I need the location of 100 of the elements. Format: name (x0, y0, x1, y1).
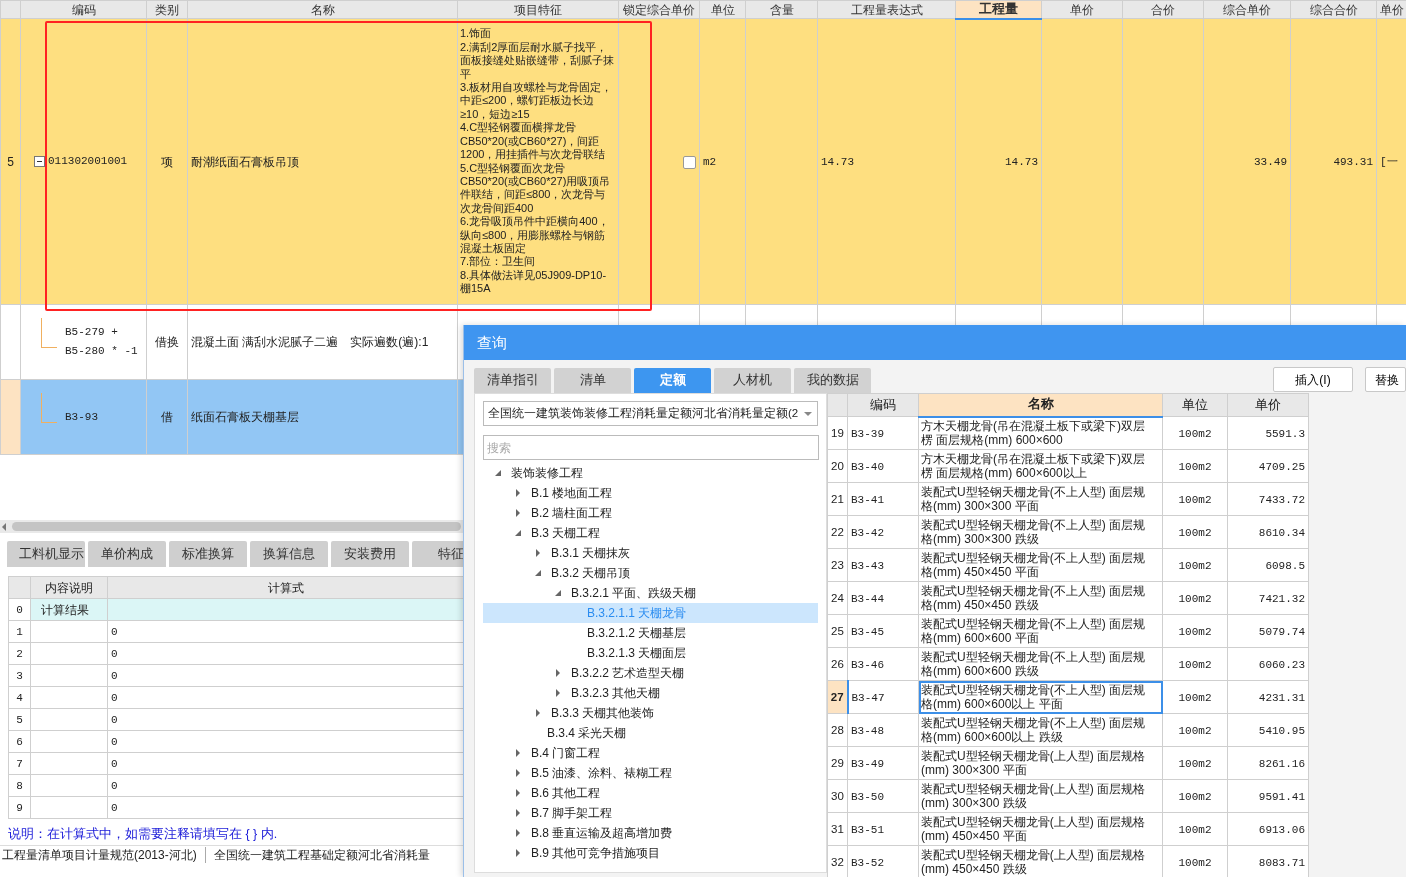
tab[interactable]: 我的数据 (794, 368, 871, 393)
tab[interactable]: 特征 (412, 541, 463, 567)
column-header[interactable]: 单位 (699, 0, 746, 19)
tree-item[interactable]: B.3.3 天棚其他装饰 (483, 703, 818, 723)
tree-item[interactable]: B.4 门窗工程 (483, 743, 818, 763)
column-header[interactable]: 编码 (20, 0, 147, 19)
tab[interactable]: 安装费用 (331, 541, 409, 567)
connector-line (41, 393, 57, 423)
table-cell: 100m2 (1178, 856, 1212, 869)
table-cell[interactable]: 方木天棚龙骨(吊在混凝土板下或梁下)双层楞 面层规格(mm) 600×600 (918, 416, 1163, 450)
action-button[interactable]: 替换 (1365, 367, 1406, 392)
tree-item[interactable]: B.3 天棚工程 (483, 523, 818, 543)
table-cell: 6913.06 (1258, 823, 1305, 836)
table-cell: 6060.23 (1258, 658, 1305, 671)
tab[interactable]: 清单 (554, 368, 631, 393)
row-number: 24 (831, 592, 844, 604)
column-header[interactable]: 单价 (1041, 0, 1123, 19)
column-header[interactable]: 含量 (745, 0, 818, 19)
table-cell[interactable]: 装配式U型轻钢天棚龙骨(上人型) 面层规格(mm) 450×450 平面 (918, 812, 1163, 846)
table-cell[interactable]: 装配式U型轻钢天棚龙骨(不上人型) 面层规格(mm) 600×600 平面 (918, 614, 1163, 648)
tree-item[interactable]: B.3.2.1.2 天棚基层 (483, 623, 818, 643)
table-cell[interactable]: 装配式U型轻钢天棚龙骨(不上人型) 面层规格(mm) 450×450 平面 (918, 548, 1163, 582)
tree-item[interactable]: B.5 油漆、涂料、裱糊工程 (483, 763, 818, 783)
tree-item[interactable]: B.9 其他可竞争措施项目 (483, 843, 818, 863)
column-header[interactable]: 单价 (1227, 393, 1309, 417)
column-header[interactable]: 合价 (1122, 0, 1204, 19)
table-cell: 7433.72 (1258, 493, 1305, 506)
tab[interactable]: 工料机显示 (7, 541, 85, 567)
tree-item[interactable]: B.3.2.1 平面、跌级天棚 (483, 583, 818, 603)
tab[interactable]: 换算信息 (250, 541, 328, 567)
tree-item[interactable]: B.6 其他工程 (483, 783, 818, 803)
scroll-left-icon[interactable] (0, 521, 8, 532)
connector-line (41, 318, 57, 348)
table-cell[interactable]: 装配式U型轻钢天棚龙骨(上人型) 面层规格(mm) 300×300 平面 (918, 746, 1163, 780)
row-number: 9 (16, 802, 23, 814)
tree-item[interactable]: B.3.2.2 艺术造型天棚 (483, 663, 818, 683)
column-header[interactable]: 单位 (1162, 393, 1228, 417)
table-cell: 100m2 (1178, 658, 1212, 671)
table-cell[interactable]: 方木天棚龙骨(吊在混凝土板下或梁下)双层楞 面层规格(mm) 600×600以上 (918, 449, 1163, 483)
search-field[interactable]: 搜索 (483, 435, 819, 460)
tree-item[interactable]: B.3.1 天棚抹灰 (483, 543, 818, 563)
table-cell: 8610.34 (1258, 526, 1305, 539)
tree-item[interactable]: B.7 脚手架工程 (483, 803, 818, 823)
collapse-icon[interactable] (34, 156, 45, 167)
table-cell[interactable]: 装配式U型轻钢天棚龙骨(不上人型) 面层规格(mm) 300×300 跌级 (918, 515, 1163, 549)
status-text: 全国统一建筑工程基础定额河北省消耗量 (212, 846, 431, 863)
row-number: 19 (831, 427, 844, 439)
table-cell[interactable]: 装配式U型轻钢天棚龙骨(上人型) 面层规格(mm) 300×300 跌级 (918, 779, 1163, 813)
column-header[interactable]: 综合单价 (1203, 0, 1291, 19)
tree-item[interactable]: B.3.4 采光天棚 (483, 723, 818, 743)
row-number: 27 (830, 691, 844, 703)
column-header[interactable]: 名称 (187, 0, 458, 19)
table-cell: 借换 (155, 335, 179, 349)
tab[interactable]: 人材机 (714, 368, 791, 393)
tab[interactable]: 标准换算 (169, 541, 247, 567)
hint-text: 说明：在计算式中，如需要注释请填写在 { } 内. (7, 826, 279, 843)
column-header[interactable]: 综合合价 (1290, 0, 1377, 19)
row-number: 21 (831, 493, 844, 505)
feature-text: 1.饰面 2.满刮2厚面层耐水腻子找平，面板接缝处贴嵌缝带，刮腻子抹平 3.板材用自攻螺栓与龙骨固定，中距≤200，螺钉距板边长边≥10，短边≥15 4.C型轻钢覆面横撑龙骨CB50*20(或CB60*27)，间距1200，用挂插件与次龙骨联结 5.C型轻钢覆面次龙骨CB50*20(或CB60*27)用吸顶吊件联结，间距≤800，次龙骨与次龙骨间距400 6.龙骨吸顶吊件中距横向400，纵向≤800，用膨胀螺栓与钢筋混凝土板固定 7.部位：卫生间 8.具体做法详见05J909-DP10-棚15A (460, 27, 615, 296)
tab[interactable]: 清单指引 (474, 368, 551, 393)
caret-icon[interactable] (803, 410, 813, 417)
column-header[interactable]: 项目特征 (457, 0, 619, 19)
tree-item[interactable]: B.8 垂直运输及超高增加费 (483, 823, 818, 843)
table-cell: B3-44 (851, 592, 884, 605)
table-cell: 计算结果 (41, 602, 89, 617)
table-cell: B3-52 (851, 856, 884, 869)
table-cell[interactable]: 装配式U型轻钢天棚龙骨(不上人型) 面层规格(mm) 600×600以上 跌级 (918, 713, 1163, 747)
column-header[interactable]: 工程量 (955, 0, 1042, 19)
column-header[interactable]: 类别 (146, 0, 188, 19)
table-cell: B3-41 (851, 493, 884, 506)
column-header[interactable]: 编码 (847, 393, 919, 417)
table-cell: 100m2 (1178, 625, 1212, 638)
table-cell[interactable]: 装配式U型轻钢天棚龙骨(不上人型) 面层规格(mm) 450×450 跌级 (918, 581, 1163, 615)
table-cell: 100m2 (1178, 757, 1212, 770)
table-cell: B3-45 (851, 625, 884, 638)
table-cell[interactable]: 装配式U型轻钢天棚龙骨(不上人型) 面层规格(mm) 600×600以上 平面 (918, 680, 1163, 714)
table-cell: 5079.74 (1258, 625, 1305, 638)
tree-item[interactable]: B.1 楼地面工程 (483, 483, 818, 503)
tab[interactable]: 单价构成 (88, 541, 166, 567)
row-number: 5 (16, 714, 23, 726)
tree-item[interactable]: 装饰装修工程 (483, 463, 818, 483)
column-header[interactable]: 工程量表达式 (817, 0, 956, 19)
table-cell: B3-48 (851, 724, 884, 737)
library-dropdown[interactable]: 全国统一建筑装饰装修工程消耗量定额河北省消耗量定额(2 (483, 401, 818, 426)
table-cell[interactable]: 装配式U型轻钢天棚龙骨(不上人型) 面层规格(mm) 300×300 平面 (918, 482, 1163, 516)
table-cell: 9591.41 (1258, 790, 1305, 803)
table-cell[interactable]: 装配式U型轻钢天棚龙骨(不上人型) 面层规格(mm) 600×600 跌级 (918, 647, 1163, 681)
tree-item[interactable]: B.3.2.3 其他天棚 (483, 683, 818, 703)
table-cell: 0 (111, 736, 118, 748)
horizontal-scrollbar[interactable] (0, 520, 463, 533)
table-cell[interactable]: 装配式U型轻钢天棚龙骨(上人型) 面层规格(mm) 450×450 跌级 (918, 845, 1163, 877)
tree-item[interactable]: B.3.2 天棚吊顶 (483, 563, 818, 583)
tree-item[interactable]: B.3.2.1.3 天棚面层 (483, 643, 818, 663)
checkbox[interactable] (683, 155, 696, 169)
tree-item[interactable]: B.2 墙柱面工程 (483, 503, 818, 523)
column-header[interactable]: 锁定综合单价 (618, 0, 700, 19)
column-header[interactable]: 单价 (1376, 0, 1406, 19)
column-header[interactable]: 名称 (918, 393, 1163, 417)
action-button[interactable]: 插入(I) (1273, 367, 1353, 392)
table-cell: 4709.25 (1258, 460, 1305, 473)
